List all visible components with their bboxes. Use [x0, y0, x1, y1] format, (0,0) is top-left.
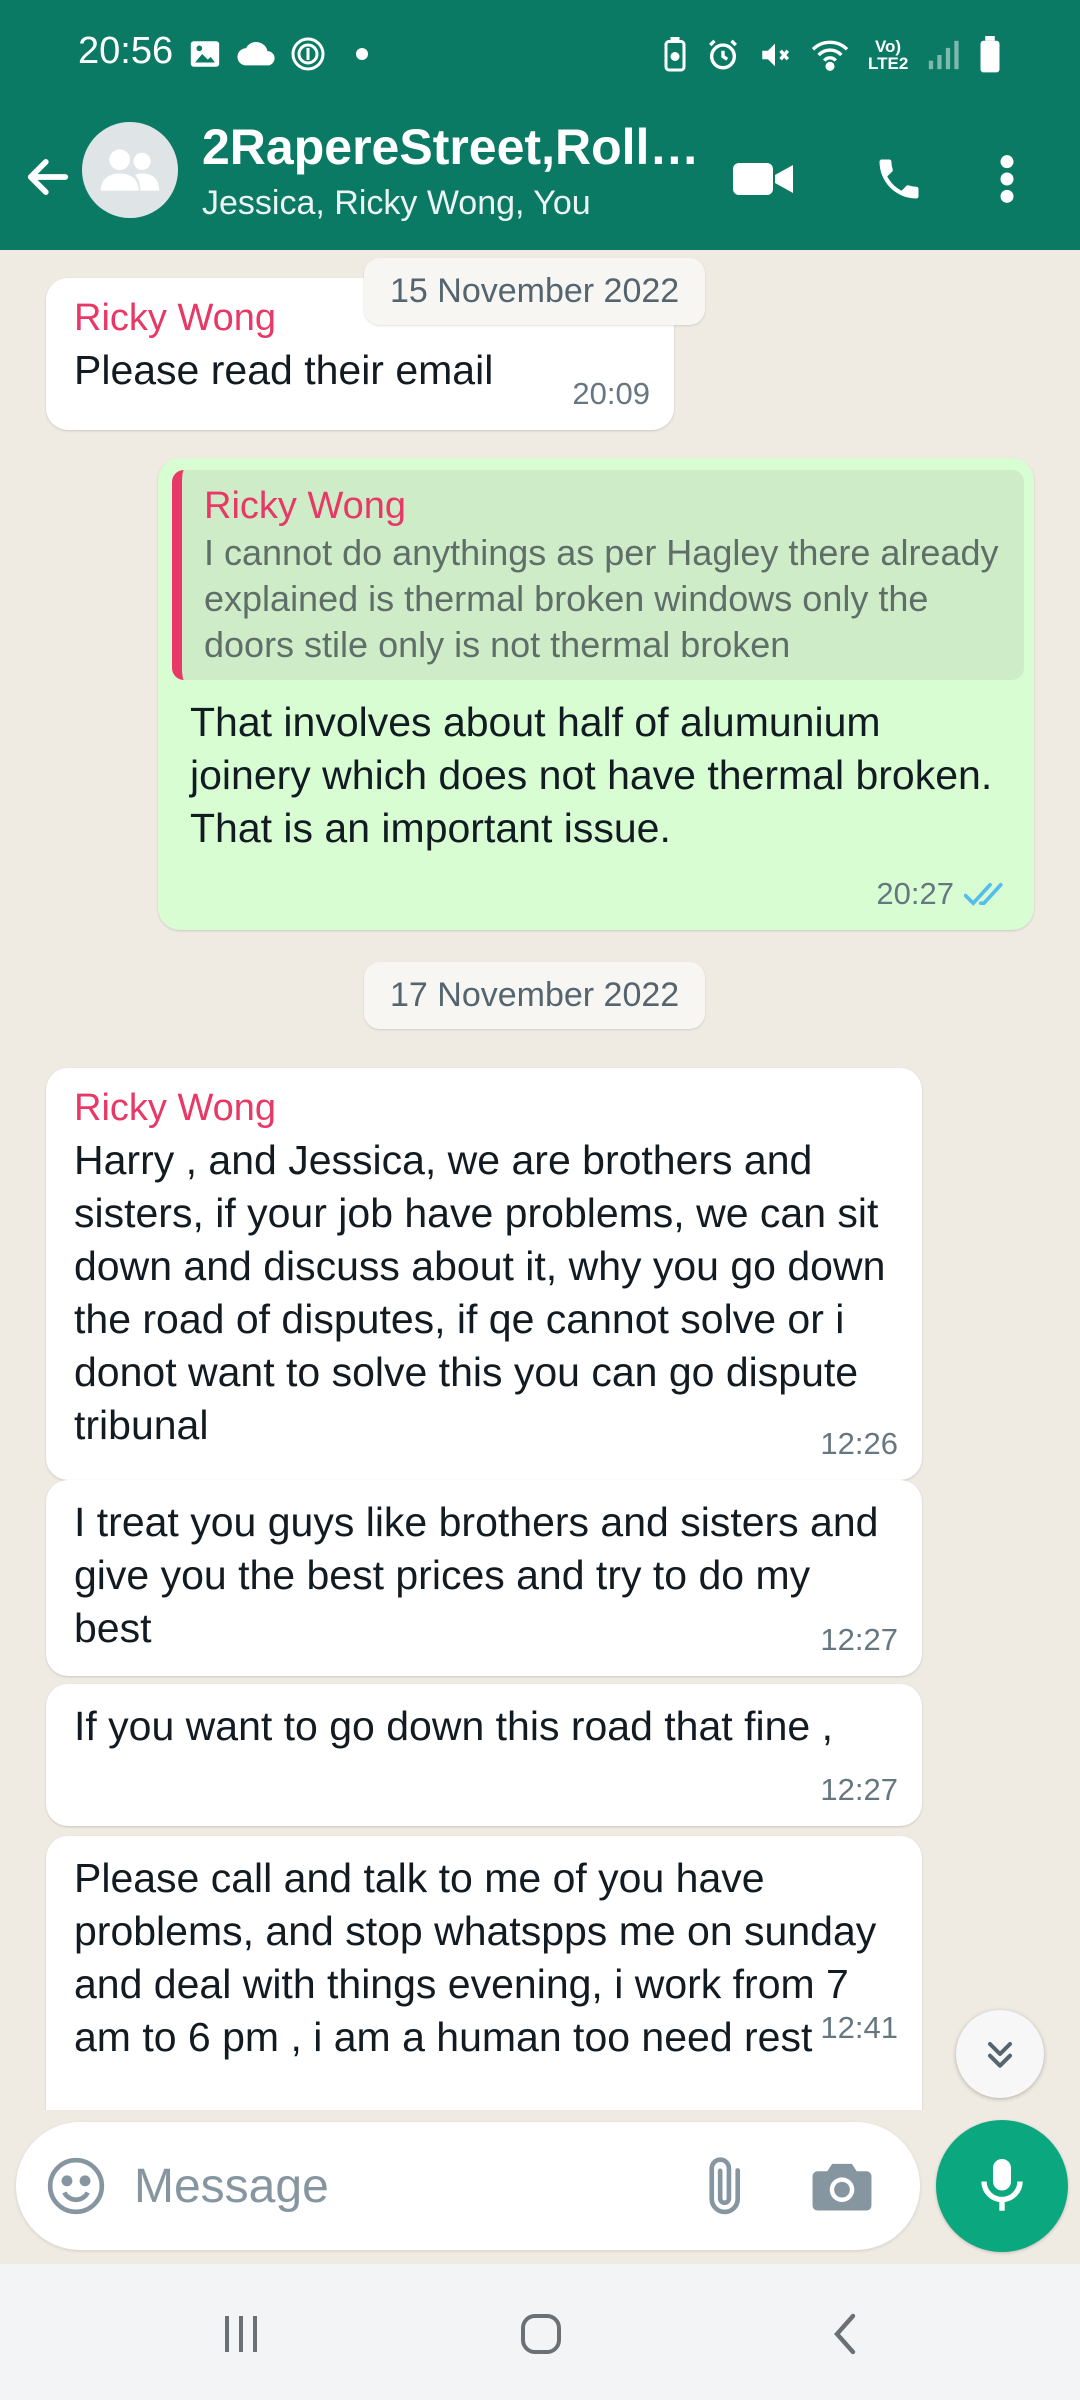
- cloud-icon: [237, 41, 275, 66]
- time-label: 20:09: [572, 376, 650, 411]
- time-label: 12:41: [820, 2010, 898, 2045]
- video-call-button[interactable]: [728, 144, 798, 214]
- status-time: 20:56: [78, 30, 174, 72]
- signal-icon: [928, 40, 959, 70]
- message-list[interactable]: Ricky Wong Please read their email 20:09…: [0, 250, 1080, 2110]
- battery-icon: [980, 36, 1000, 73]
- chat-title[interactable]: 2RapereStreet,Rolle...: [202, 118, 702, 176]
- recents-icon: [225, 2316, 257, 2352]
- battery-saver-icon: [664, 37, 686, 72]
- voice-call-button[interactable]: [864, 144, 934, 214]
- microphone-icon: [981, 2159, 1023, 2211]
- message-time: 12:26: [820, 1417, 898, 1470]
- time-label: 12:26: [820, 1426, 898, 1461]
- group-icon: [100, 149, 160, 191]
- voice-message-button[interactable]: [936, 2120, 1068, 2252]
- status-icons-left: [188, 36, 368, 72]
- message-time: 12:27: [820, 1613, 898, 1666]
- message-text: I treat you guys like brothers and siste…: [74, 1499, 879, 1651]
- wifi-icon: [811, 40, 849, 71]
- chat-participants[interactable]: Jessica, Ricky Wong, You: [202, 184, 591, 223]
- message-bubble-incoming[interactable]: If you want to go down this road that fi…: [46, 1684, 922, 1826]
- chevron-left-icon: [834, 2313, 856, 2355]
- message-text: Please read their email: [74, 347, 494, 393]
- chat-header: 2RapereStreet,Rolle... Jessica, Ricky Wo…: [0, 108, 1080, 250]
- camera-icon: [812, 2163, 872, 2211]
- quoted-message[interactable]: Ricky Wong I cannot do anythings as per …: [172, 470, 1024, 680]
- gallery-icon: [190, 41, 220, 67]
- phone-icon: [879, 159, 919, 199]
- mute-icon: [762, 43, 790, 67]
- message-bubble-incoming[interactable]: I treat you guys like brothers and siste…: [46, 1480, 922, 1676]
- date-chip: 15 November 2022: [364, 258, 706, 325]
- alarm-icon: [709, 39, 737, 70]
- message-text: Please call and talk to me of you have p…: [74, 1855, 877, 2060]
- sender-name: Ricky Wong: [74, 1087, 277, 1129]
- message-time: 12:27: [820, 1763, 898, 1816]
- emoji-button[interactable]: [40, 2150, 112, 2222]
- message-text: Harry , and Jessica, we are brothers and…: [74, 1137, 886, 1448]
- time-label: 12:27: [820, 1772, 898, 1807]
- system-back-button[interactable]: [800, 2294, 890, 2374]
- date-chip: 17 November 2022: [364, 962, 706, 1029]
- volte-icon: Vo) LTE2: [868, 37, 909, 73]
- video-camera-icon: [733, 163, 793, 195]
- group-avatar[interactable]: [82, 122, 178, 218]
- quoted-text: I cannot do anythings as per Hagley ther…: [204, 532, 999, 665]
- message-bubble-incoming[interactable]: Ricky Wong Harry , and Jessica, we are b…: [46, 1068, 922, 1480]
- double-check-read-icon: [964, 882, 1003, 906]
- attach-button[interactable]: [688, 2150, 760, 2222]
- time-label: 12:27: [820, 1622, 898, 1657]
- paperclip-icon: [709, 2157, 741, 2215]
- message-text: If you want to go down this road that fi…: [74, 1703, 833, 1749]
- recent-apps-button[interactable]: [196, 2294, 286, 2374]
- message-text: That involves about half of alumunium jo…: [190, 699, 993, 851]
- message-time: 20:27: [876, 867, 1010, 920]
- quoted-sender: Ricky Wong: [204, 485, 407, 527]
- emoji-icon: [47, 2157, 105, 2215]
- arrow-left-icon: [27, 159, 69, 195]
- notification-dot: [356, 48, 368, 60]
- status-bar: 20:56 Vo) LTE2: [0, 0, 1080, 108]
- more-vertical-icon: [1000, 155, 1014, 203]
- scroll-to-bottom-button[interactable]: [956, 2010, 1044, 2098]
- more-options-button[interactable]: [982, 144, 1032, 214]
- composer-bar: [16, 2122, 920, 2250]
- home-button[interactable]: [496, 2294, 586, 2374]
- message-time: 12:41: [820, 2001, 898, 2054]
- message-bubble-outgoing[interactable]: Ricky Wong I cannot do anythings as per …: [158, 458, 1034, 930]
- system-nav-bar: [0, 2264, 1080, 2400]
- message-bubble-incoming[interactable]: Please call and talk to me of you have p…: [46, 1836, 922, 2110]
- home-icon: [521, 2314, 561, 2354]
- back-button[interactable]: [18, 142, 78, 212]
- camera-button[interactable]: [806, 2150, 878, 2222]
- message-input[interactable]: [134, 2150, 694, 2222]
- time-label: 20:27: [876, 876, 954, 911]
- double-chevron-down-icon: [988, 2042, 1012, 2068]
- status-icons-right: Vo) LTE2: [662, 36, 1002, 74]
- message-time: 20:09: [572, 367, 650, 420]
- fingerprint-icon: [291, 37, 325, 71]
